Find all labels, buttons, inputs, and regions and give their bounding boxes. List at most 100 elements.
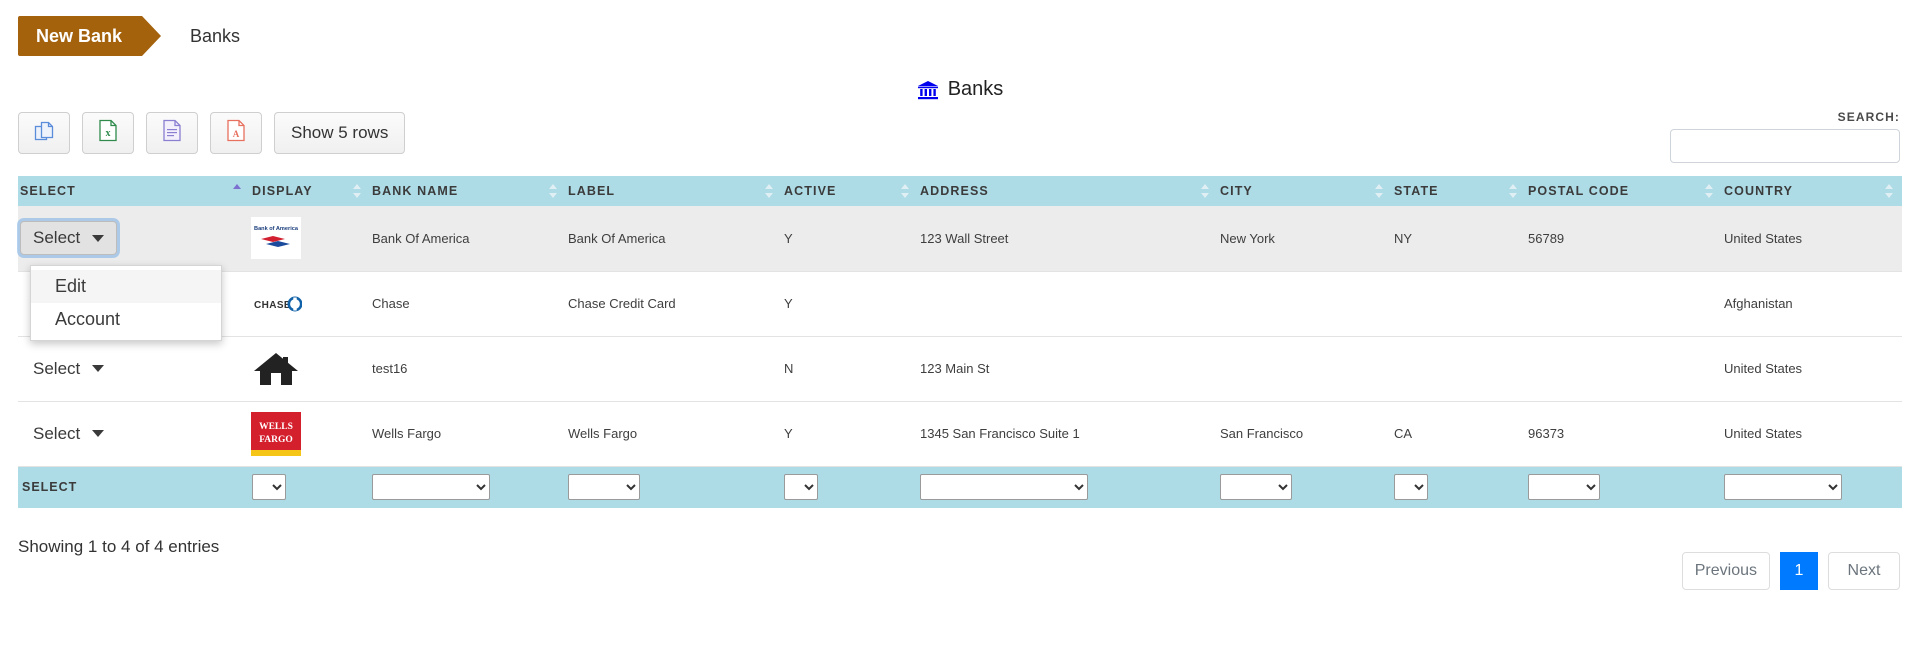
new-bank-button[interactable]: New Bank — [18, 16, 162, 56]
column-header-label[interactable]: LABEL — [566, 176, 782, 206]
cell-label: Bank Of America — [566, 206, 782, 272]
filter-bank-name[interactable] — [372, 474, 490, 501]
chevron-down-icon — [92, 430, 105, 437]
breadcrumb: New Bank Banks — [18, 16, 240, 56]
cell-label — [566, 336, 782, 402]
sort-icon-select — [233, 184, 242, 198]
filter-select-label: SELECT — [22, 480, 78, 495]
row-select-label: Select — [33, 358, 81, 378]
page-title: Banks — [0, 78, 1920, 101]
cell-active: Y — [782, 206, 918, 272]
svg-text:CHASE: CHASE — [254, 300, 291, 311]
house-icon — [250, 347, 302, 391]
filter-cell-active — [782, 466, 918, 508]
table-row[interactable]: Select WELLS FARGO Wells Fargo Wells Far… — [18, 401, 1902, 467]
filter-cell-select: SELECT — [18, 466, 250, 508]
filter-address[interactable] — [920, 474, 1088, 501]
excel-button[interactable]: x — [82, 112, 134, 154]
table-row[interactable]: Select Bank of America Bank Of America B… — [18, 206, 1902, 272]
filter-city[interactable] — [1220, 474, 1292, 501]
show-rows-button[interactable]: Show 5 rows — [274, 112, 406, 154]
sort-icon-address — [1201, 184, 1210, 198]
search-label: SEARCH: — [1837, 110, 1900, 124]
chevron-down-icon — [92, 234, 105, 242]
cell-postal-code: 56789 — [1526, 206, 1722, 272]
sort-icon-city — [1375, 184, 1384, 198]
cell-display: WELLS FARGO — [250, 401, 370, 467]
row-select-button[interactable]: Select — [20, 221, 118, 256]
export-toolbar: x A Show 5 rows — [18, 112, 406, 154]
column-label-select: SELECT — [20, 184, 76, 198]
cell-address: 123 Wall Street — [918, 206, 1218, 272]
filter-cell-address — [918, 466, 1218, 508]
sort-icon-label — [765, 184, 774, 198]
table-filter-row: SELECT — [18, 466, 1902, 508]
column-label-address: ADDRESS — [920, 184, 989, 198]
column-label-active: ACTIVE — [784, 184, 837, 198]
cell-postal-code: 96373 — [1526, 401, 1722, 467]
sort-icon-bank-name — [549, 184, 558, 198]
column-header-country[interactable]: COUNTRY — [1722, 176, 1902, 206]
banks-table: SELECT DISPLAY BANK NAME LABEL ACTIVE AD… — [18, 176, 1902, 508]
filter-cell-state — [1392, 466, 1526, 508]
copy-button[interactable] — [18, 112, 70, 154]
cell-country: Afghanistan — [1722, 271, 1902, 337]
dropdown-item-account[interactable]: Account — [31, 303, 221, 336]
cell-state: NY — [1392, 206, 1526, 272]
cell-city — [1218, 336, 1392, 402]
filter-postal-code[interactable] — [1528, 474, 1600, 501]
csv-button[interactable] — [146, 112, 198, 154]
pagination-next[interactable]: Next — [1828, 552, 1900, 590]
pagination-previous[interactable]: Previous — [1681, 552, 1770, 590]
cell-city: San Francisco — [1218, 401, 1392, 467]
row-select-label: Select — [33, 423, 81, 443]
cell-bank-name: Bank Of America — [370, 206, 566, 272]
cell-bank-name: Wells Fargo — [370, 401, 566, 467]
row-select-dropdown-menu[interactable]: Edit Account — [30, 265, 222, 341]
search-input[interactable] — [1670, 129, 1900, 163]
dropdown-item-edit[interactable]: Edit — [31, 270, 221, 303]
column-label-bank-name: BANK NAME — [372, 184, 459, 198]
cell-label: Wells Fargo — [566, 401, 782, 467]
filter-country[interactable] — [1724, 474, 1842, 501]
column-header-address[interactable]: ADDRESS — [918, 176, 1218, 206]
column-header-city[interactable]: CITY — [1218, 176, 1392, 206]
row-select-button[interactable]: Select — [20, 352, 117, 386]
cell-city — [1218, 271, 1392, 337]
pdf-button[interactable]: A — [210, 112, 262, 154]
filter-state[interactable] — [1394, 474, 1428, 501]
banks-table-container: SELECT DISPLAY BANK NAME LABEL ACTIVE AD… — [18, 176, 1902, 508]
column-label-label: LABEL — [568, 184, 616, 198]
cell-postal-code — [1526, 271, 1722, 337]
cell-state: CA — [1392, 401, 1526, 467]
column-header-bank-name[interactable]: BANK NAME — [370, 176, 566, 206]
svg-text:x: x — [106, 128, 111, 139]
sort-icon-state — [1509, 184, 1518, 198]
chase-logo: CHASE — [250, 282, 302, 326]
row-select-button[interactable]: Select — [20, 417, 117, 451]
filter-cell-bank-name — [370, 466, 566, 508]
filter-cell-display — [250, 466, 370, 508]
sort-icon-display — [353, 184, 362, 198]
column-header-select[interactable]: SELECT — [18, 176, 250, 206]
column-header-postal-code[interactable]: POSTAL CODE — [1526, 176, 1722, 206]
wells-fargo-logo: WELLS FARGO — [250, 411, 302, 456]
table-row[interactable]: Select CHASE Chase — [18, 271, 1902, 337]
cell-label: Chase Credit Card — [566, 271, 782, 337]
filter-label[interactable] — [568, 474, 640, 501]
bank-icon — [917, 80, 939, 100]
cell-active: Y — [782, 271, 918, 337]
cell-address: 1345 San Francisco Suite 1 — [918, 401, 1218, 467]
column-header-display[interactable]: DISPLAY — [250, 176, 370, 206]
cell-state — [1392, 336, 1526, 402]
filter-active[interactable] — [784, 474, 818, 501]
filter-cell-city — [1218, 466, 1392, 508]
copy-icon — [33, 120, 55, 147]
column-header-state[interactable]: STATE — [1392, 176, 1526, 206]
svg-text:A: A — [233, 129, 240, 139]
column-header-active[interactable]: ACTIVE — [782, 176, 918, 206]
filter-display[interactable] — [252, 474, 286, 501]
cell-address: 123 Main St — [918, 336, 1218, 402]
table-row[interactable]: Select test16 N 123 Main St United State… — [18, 336, 1902, 402]
pagination-page-1[interactable]: 1 — [1780, 552, 1818, 590]
